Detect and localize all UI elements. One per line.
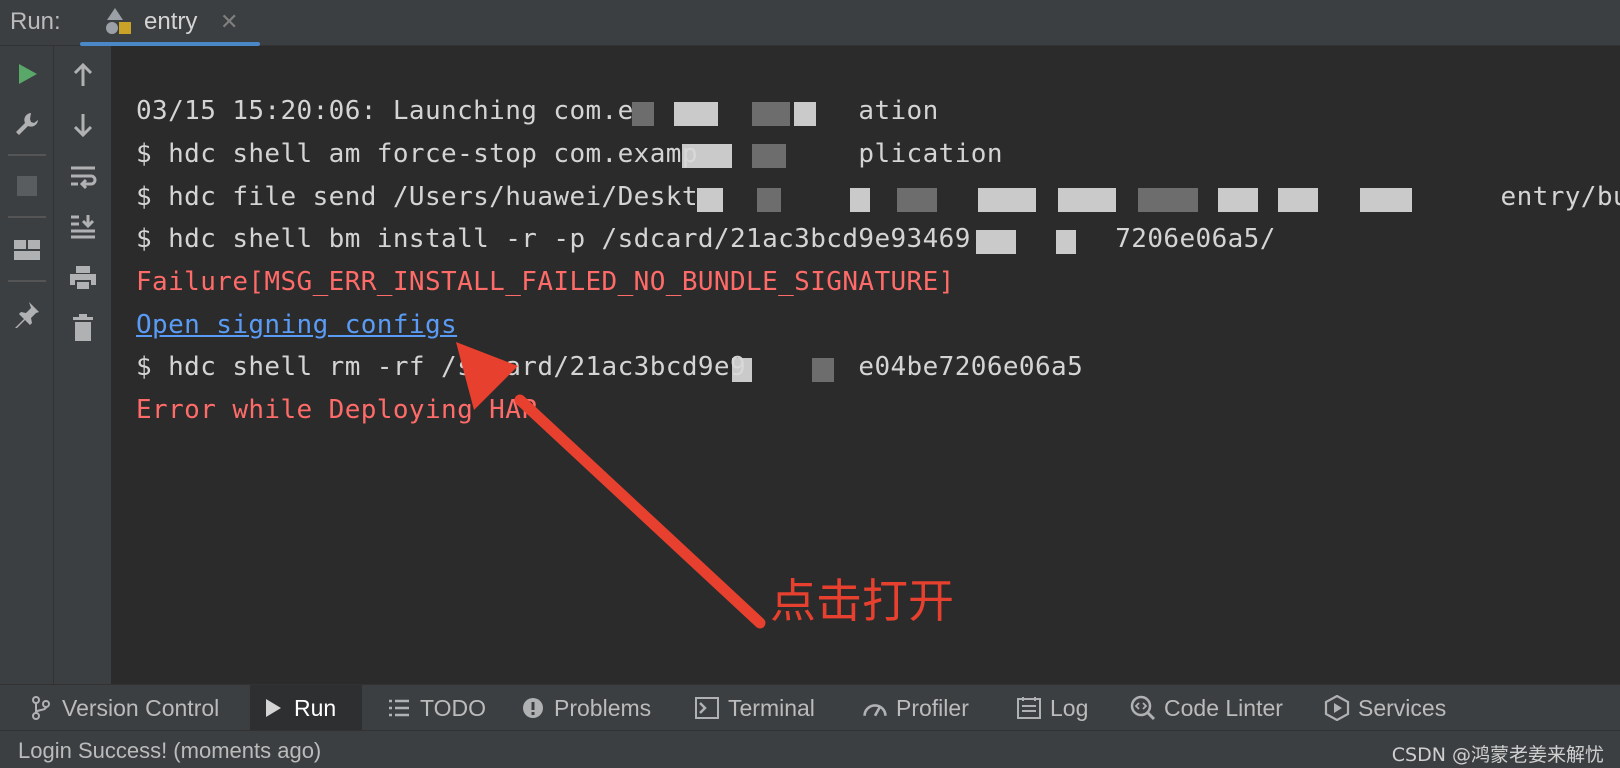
redaction — [1056, 230, 1076, 254]
redaction — [757, 188, 781, 212]
tab-todo[interactable]: TODO — [376, 685, 496, 731]
redaction — [978, 188, 1036, 212]
redaction — [812, 358, 834, 382]
tab-log-label: Log — [1050, 694, 1089, 721]
toolbar-divider — [8, 216, 46, 218]
redaction — [732, 358, 752, 382]
tab-log[interactable]: Log — [1006, 685, 1098, 731]
redaction — [632, 102, 654, 126]
wrench-icon — [16, 113, 38, 135]
tab-profiler-label: Profiler — [896, 694, 969, 721]
open-signing-configs-link[interactable]: Open signing configs — [136, 310, 457, 340]
arrow-down-icon — [73, 114, 93, 138]
run-toolbar-primary — [0, 46, 54, 684]
redaction — [752, 102, 790, 126]
console-line-bm-install: $ hdc shell bm install -r -p /sdcard/21a… — [136, 224, 1276, 254]
arrow-up-icon — [73, 62, 93, 86]
tab-profiler[interactable]: Profiler — [852, 685, 979, 731]
redaction — [897, 188, 937, 212]
tab-terminal-label: Terminal — [728, 694, 815, 721]
pin-icon — [15, 302, 39, 328]
tab-services[interactable]: Services — [1314, 685, 1456, 731]
linter-icon — [1130, 695, 1156, 721]
soft-wrap-icon — [71, 166, 97, 190]
redaction — [752, 144, 786, 168]
tab-version-control[interactable]: Version Control — [18, 685, 229, 731]
layout-icon — [14, 240, 40, 260]
clear-all-button[interactable] — [63, 308, 103, 348]
status-bar: Login Success! (moments ago) CSDN @鸿蒙老姜来… — [0, 730, 1620, 768]
previous-occurrence-button[interactable] — [63, 55, 103, 95]
log-icon — [1016, 695, 1042, 721]
tab-run-label: Run — [294, 694, 337, 721]
redaction — [1138, 188, 1198, 212]
stop-icon — [17, 176, 37, 196]
redaction — [1278, 188, 1318, 212]
warning-icon — [520, 695, 546, 721]
annotation-label: 点击打开 — [770, 574, 954, 628]
run-toolbar-secondary — [54, 46, 112, 684]
redaction — [1360, 188, 1412, 212]
redaction — [682, 144, 732, 168]
status-message[interactable]: Login Success! (moments ago) — [18, 738, 321, 764]
run-icon — [260, 695, 286, 721]
toolbar-divider — [8, 154, 46, 156]
layout-button[interactable] — [7, 230, 47, 270]
trash-icon — [73, 314, 93, 341]
print-icon — [70, 266, 96, 291]
run-panel-header: Run: entry ✕ — [0, 0, 1620, 46]
tab-problems[interactable]: Problems — [510, 685, 661, 731]
redaction — [674, 102, 718, 126]
tab-todo-label: TODO — [420, 694, 487, 721]
tool-window-bar: Version Control Run TODO Problems Termin… — [0, 684, 1620, 731]
run-tab-entry[interactable]: entry ✕ — [80, 0, 260, 46]
redaction — [697, 188, 723, 212]
gauge-icon — [862, 695, 888, 721]
toolbar-divider — [8, 280, 46, 282]
services-icon — [1324, 695, 1350, 721]
print-button[interactable] — [63, 258, 103, 298]
stop-button[interactable] — [7, 166, 47, 206]
run-panel-label: Run: — [10, 8, 61, 35]
redaction — [976, 230, 1016, 254]
console-line-rm: $ hdc shell rm -rf /sdcard/21ac3bcd9e9 e… — [136, 352, 1084, 382]
console-line-failure: Failure[MSG_ERR_INSTALL_FAILED_NO_BUNDLE… — [136, 267, 955, 297]
console-line-deploy-error: Error while Deploying HAP — [136, 395, 538, 425]
modify-config-button[interactable] — [7, 104, 47, 144]
scroll-to-end-button[interactable] — [63, 206, 103, 246]
terminal-icon — [694, 695, 720, 721]
redaction — [850, 188, 870, 212]
scroll-to-end-icon — [71, 215, 95, 239]
list-icon — [386, 695, 412, 721]
run-tab-label: entry — [144, 8, 198, 35]
shapes-icon — [104, 6, 134, 36]
tab-version-control-label: Version Control — [62, 694, 220, 721]
rerun-button[interactable] — [7, 54, 47, 94]
console-line-force-stop: $ hdc shell am force-stop com.examp plic… — [136, 139, 1003, 169]
branch-icon — [28, 695, 54, 721]
run-icon — [19, 64, 37, 84]
pin-tab-button[interactable] — [7, 294, 47, 334]
tab-code-linter[interactable]: Code Linter — [1120, 685, 1293, 731]
watermark-text: CSDN @鸿蒙老姜来解忧 — [1391, 744, 1604, 766]
next-occurrence-button[interactable] — [63, 105, 103, 145]
tab-terminal[interactable]: Terminal — [684, 685, 825, 731]
tab-code-linter-label: Code Linter — [1164, 694, 1283, 721]
close-icon[interactable]: ✕ — [220, 9, 238, 35]
redaction — [794, 102, 816, 126]
tab-run[interactable]: Run — [250, 685, 362, 731]
tab-problems-label: Problems — [554, 694, 652, 721]
tab-services-label: Services — [1358, 694, 1447, 721]
soft-wrap-button[interactable] — [63, 157, 103, 197]
console-line-launch: 03/15 15:20:06: Launching com.e ation — [136, 96, 939, 126]
redaction — [1058, 188, 1116, 212]
redaction — [1218, 188, 1258, 212]
